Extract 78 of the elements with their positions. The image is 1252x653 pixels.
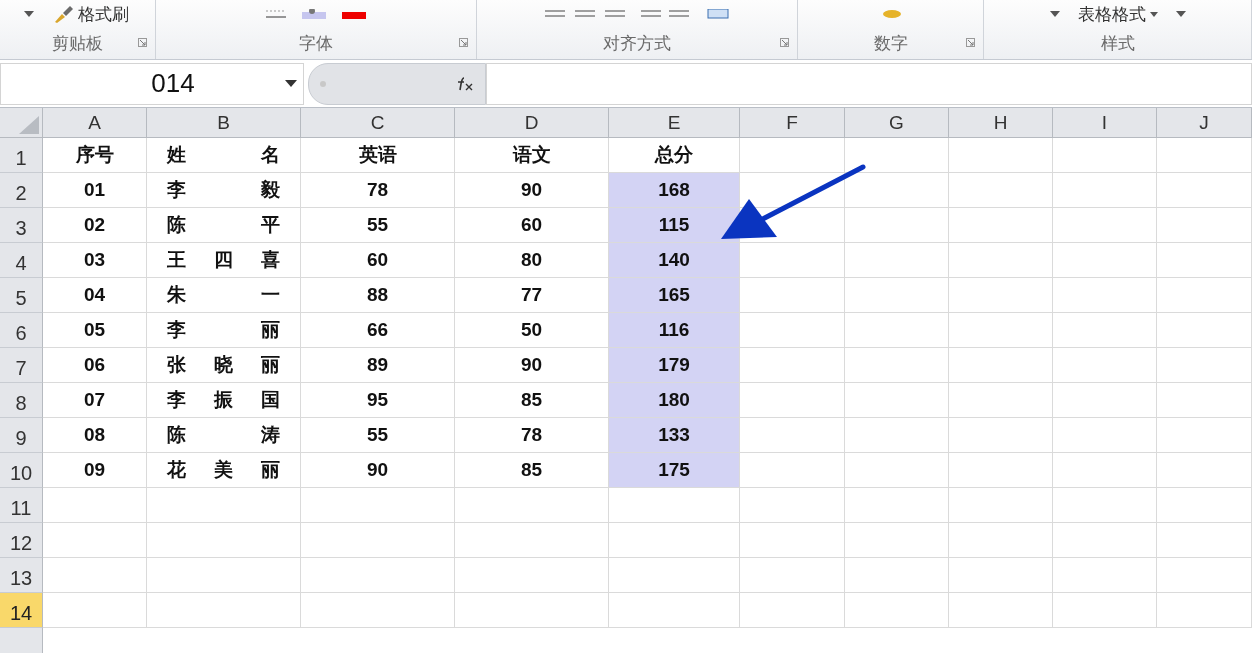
table-cell: 165 <box>609 278 740 313</box>
dialog-launcher-icon[interactable] <box>459 38 468 47</box>
column-header[interactable]: E <box>609 108 740 138</box>
table-cell: 175 <box>609 453 740 488</box>
table-cell: 序号 <box>43 138 147 173</box>
table-cell: 花 美 丽 <box>147 453 301 488</box>
table-cell: 02 <box>43 208 147 243</box>
border-icon[interactable] <box>266 10 286 18</box>
table-cell: 90 <box>301 453 455 488</box>
table-cell: 78 <box>301 173 455 208</box>
column-header[interactable]: F <box>740 108 845 138</box>
dialog-launcher-icon[interactable] <box>966 38 975 47</box>
table-cell: 180 <box>609 383 740 418</box>
caret-icon[interactable] <box>24 11 34 17</box>
table-cell: 115 <box>609 208 740 243</box>
table-cell: 06 <box>43 348 147 383</box>
caret-icon[interactable] <box>1049 11 1060 17</box>
table-cell: 88 <box>301 278 455 313</box>
group-label: 数字 <box>873 33 908 55</box>
table-cell: 89 <box>301 348 455 383</box>
table-cell: 陈 涛 <box>147 418 301 453</box>
table-cell: 陈 平 <box>147 208 301 243</box>
table-cell: 95 <box>301 383 455 418</box>
group-label: 字体 <box>299 33 333 55</box>
column-header[interactable]: C <box>301 108 455 138</box>
dialog-launcher-icon[interactable] <box>780 38 789 47</box>
function-icon[interactable] <box>455 75 475 92</box>
table-cell: 王 四 喜 <box>147 243 301 278</box>
caret-icon <box>285 80 297 87</box>
table-cell: 168 <box>609 173 740 208</box>
table-cell: 英语 <box>301 138 455 173</box>
table-cell: 03 <box>43 243 147 278</box>
caret-icon <box>1149 11 1158 17</box>
table-cell: 01 <box>43 173 147 208</box>
name-box[interactable]: 014 <box>0 62 304 105</box>
column-header[interactable]: D <box>455 108 609 138</box>
column-header[interactable]: H <box>949 108 1053 138</box>
indent-icon[interactable] <box>641 10 691 18</box>
dialog-launcher-icon[interactable] <box>138 38 147 47</box>
group-label: 样式 <box>1100 33 1135 55</box>
table-cell: 116 <box>609 313 740 348</box>
table-cell: 张 晓 丽 <box>147 348 301 383</box>
column-header[interactable]: I <box>1053 108 1157 138</box>
format-painter-button[interactable]: 格式刷 <box>50 2 131 26</box>
table-cell: 朱 一 <box>147 278 301 313</box>
table-cell: 李 丽 <box>147 313 301 348</box>
column-header[interactable]: G <box>845 108 949 138</box>
column-header[interactable]: A <box>43 108 147 138</box>
row-header[interactable]: 14 <box>0 593 43 628</box>
table-cell: 09 <box>43 453 147 488</box>
fill-color-icon[interactable] <box>302 9 326 19</box>
align-icon[interactable] <box>545 10 625 18</box>
brush-icon <box>52 4 74 24</box>
caret-icon[interactable] <box>1175 11 1186 17</box>
table-cell: 179 <box>609 348 740 383</box>
table-cell: 07 <box>43 383 147 418</box>
table-cell: 55 <box>301 418 455 453</box>
formula-input[interactable] <box>486 62 1252 105</box>
table-cell: 08 <box>43 418 147 453</box>
table-cell: 语文 <box>455 138 609 173</box>
table-cell: 55 <box>301 208 455 243</box>
table-cell: 66 <box>301 313 455 348</box>
table-cell: 140 <box>609 243 740 278</box>
triangle-icon <box>19 116 39 134</box>
group-label: 对齐方式 <box>603 33 671 55</box>
font-color-icon[interactable] <box>342 9 366 19</box>
table-cell: 05 <box>43 313 147 348</box>
group-label: 剪贴板 <box>52 33 103 55</box>
table-cell: 李 振 国 <box>147 383 301 418</box>
column-header[interactable]: J <box>1157 108 1252 138</box>
table-cell: 04 <box>43 278 147 313</box>
column-header[interactable]: B <box>147 108 301 138</box>
handle-icon[interactable] <box>319 79 327 88</box>
table-cell: 李 毅 <box>147 173 301 208</box>
table-cell: 133 <box>609 418 740 453</box>
table-cell: 姓名 <box>147 138 301 173</box>
table-cell: 60 <box>301 243 455 278</box>
table-format-button[interactable]: 表格格式 <box>1075 2 1160 26</box>
